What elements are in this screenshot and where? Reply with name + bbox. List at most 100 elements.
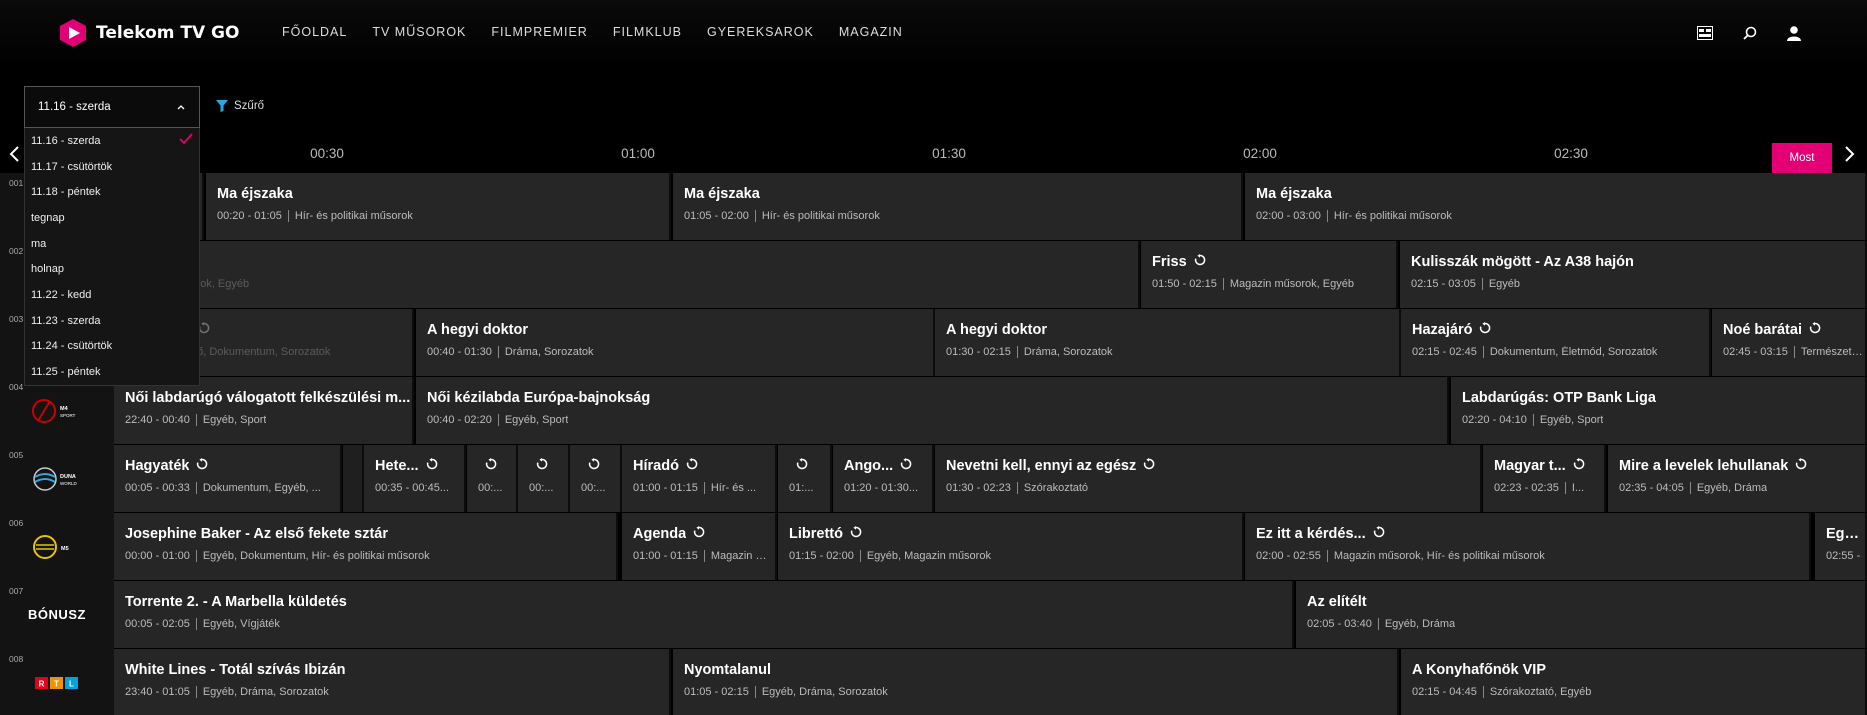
program-cell[interactable]: Josephine Baker - Az első fekete sztár 00… [114, 513, 618, 580]
program-cell[interactable]: Torrente 2. - A Marbella küldetés 00:05 -… [114, 581, 1294, 648]
program-time: 01:05 - 02:00 [684, 210, 749, 222]
replay-icon [1479, 322, 1491, 338]
date-option[interactable]: 11.25 - péntek [25, 359, 199, 385]
time-label: 01:00 [621, 146, 655, 161]
program-time: 01:15 - 02:00 [789, 550, 854, 562]
program-cell[interactable]: 00:... [467, 445, 518, 512]
nav-filmklub[interactable]: FILMKLUB [613, 25, 682, 39]
program-cell[interactable]: A hegyi doktor 00:40 - 01:30 Dráma, Soroza… [416, 309, 935, 376]
channel-logo: M5 [30, 531, 84, 563]
program-cell[interactable]: Híradó 01:00 - 01:15 Hír- és ... [622, 445, 777, 512]
date-option[interactable]: ma [25, 231, 199, 257]
channel-row: 007 BÓNUSZ Torrente 2. - A Marbella küldet… [0, 581, 1867, 649]
channel-logo: RT L [30, 667, 84, 699]
program-title: Friss [1152, 254, 1396, 270]
program-cell[interactable]: A hegyi doktor 01:30 - 02:15 Dráma, Soroza… [935, 309, 1401, 376]
program-cell[interactable]: Agenda 01:00 - 01:15 Magazin műsorok [622, 513, 777, 580]
program-meta: 01:00 - 01:15 Hír- és ... [633, 482, 775, 494]
svg-text:T: T [54, 680, 59, 689]
program-meta: 02:00 - 03:00 Hír- és politikai műsorok [1256, 210, 1865, 222]
program-cell[interactable]: 01:... [778, 445, 832, 512]
program-cell[interactable]: Nyomtalanul 01:05 - 02:15 Egyéb, Dráma, So… [673, 649, 1399, 715]
program-title: Az elítélt [1307, 594, 1367, 610]
program-genre: Egyéb, Dráma, Sorozatok [761, 686, 888, 698]
program-title: White Lines - Totál szívás Ibizán [125, 662, 346, 678]
program-title: Elektrip [125, 254, 1138, 270]
program-cell[interactable]: Az elítélt 02:05 - 03:40 Egyéb, Dráma [1296, 581, 1867, 648]
program-cell[interactable]: White Lines - Totál szívás Ibizán 23:40 -… [114, 649, 671, 715]
program-cell[interactable] [343, 445, 364, 512]
program-cell[interactable]: Friss 01:50 - 02:15 Magazin műsorok, Egyéb [1141, 241, 1398, 308]
date-option[interactable]: 11.18 - péntek [25, 179, 199, 205]
program-cell[interactable]: Noé barátai 02:45 - 03:15 Természetfilm [1712, 309, 1867, 376]
meta-separator [195, 482, 197, 494]
program-title: A Konyhafőnök VIP [1412, 662, 1546, 678]
program-cell[interactable]: Labdarúgás: OTP Bank Liga 02:20 - 04:10 Eg… [1451, 377, 1867, 444]
date-option[interactable]: 11.17 - csütörtök [25, 154, 199, 180]
date-option[interactable]: tegnap [25, 205, 199, 231]
program-cell[interactable]: Librettó 01:15 - 02:00 Egyéb, Magazin műso… [778, 513, 1244, 580]
search-icon[interactable] [1739, 22, 1761, 44]
program-cell[interactable]: Ma éjszaka 01:05 - 02:00 Hír- és politikai… [673, 173, 1243, 240]
program-cell[interactable]: Ma éjszaka 02:00 - 03:00 Hír- és politikai… [1245, 173, 1867, 240]
tv-guide-icon[interactable] [1694, 22, 1716, 44]
replay-icon [693, 526, 705, 542]
date-select[interactable]: 11.16 - szerda [24, 86, 200, 128]
program-cell[interactable]: Kulisszák mögött - Az A38 hajón 02:15 - 0… [1400, 241, 1867, 308]
program-genre: Egyéb [1488, 278, 1521, 290]
program-cell[interactable]: Ma éjszaka 00:20 - 01:05 Hír- és politikai… [206, 173, 671, 240]
user-icon[interactable] [1783, 22, 1805, 44]
channel-cell[interactable]: 005 DUNA WORLD [0, 445, 114, 513]
channel-row: 004 M4 SPORT Női labdarúgó válogatott felké… [0, 377, 1867, 445]
brand-logo[interactable]: Telekom TV GO [58, 18, 239, 48]
program-cell[interactable]: A Konyhafőnök VIP 02:15 - 04:45 Szórakozta… [1401, 649, 1867, 715]
program-cell[interactable]: Női labdarúgó válogatott felkészülési m.… [114, 377, 414, 444]
date-option[interactable]: 11.16 - szerda [25, 128, 199, 154]
nav-magazin[interactable]: MAGAZIN [839, 25, 903, 39]
channel-cell[interactable]: 006 M5 [0, 513, 114, 581]
chevron-right-icon[interactable] [1842, 145, 1856, 163]
program-cell[interactable]: Elektrip Magazin műsorok, Egyéb [114, 241, 1140, 308]
now-button[interactable]: Most [1772, 143, 1832, 173]
program-cell[interactable]: Magyar t... 02:23 - 02:35 I... [1483, 445, 1606, 512]
nav-gyereksarok[interactable]: GYEREKSAROK [707, 25, 814, 39]
program-cell[interactable]: Egy pi 02:55 - [1815, 513, 1867, 580]
program-cell[interactable]: Női kézilabda Európa-bajnokság 00:40 - 02… [416, 377, 1449, 444]
channel-row: 006 M5 Josephine Baker - Az első fekete sz… [0, 513, 1867, 581]
program-cell[interactable]: Ango... 01:20 - 01:30... [833, 445, 934, 512]
program-title: Torrente 2. - A Marbella küldetés [125, 594, 347, 610]
program-cell[interactable]: Hete... 00:35 - 00:45... [364, 445, 466, 512]
date-option[interactable]: 11.24 - csütörtök [25, 334, 199, 360]
program-cell[interactable]: Mire a levelek lehullanak 02:35 - 04:05 Eg… [1608, 445, 1867, 512]
program-meta: 01:05 - 02:15 Egyéb, Dráma, Sorozatok [684, 686, 1397, 698]
channel-row: 008 R T L White Lines - Totál szívás Ibizán 2… [0, 649, 1867, 715]
program-time: 02:55 - [1826, 550, 1861, 562]
program-genre: Egyéb, Dráma [1384, 618, 1456, 630]
filter-button[interactable]: Szűrő [216, 100, 264, 112]
nav-filmpremier[interactable]: FILMPREMIER [491, 25, 587, 39]
date-option[interactable]: 11.23 - szerda [25, 308, 199, 334]
channel-cell[interactable]: 008 R T L [0, 649, 114, 715]
nav-fooldal[interactable]: FŐOLDAL [282, 25, 347, 39]
channel-cell[interactable]: 004 M4 SPORT [0, 377, 114, 445]
program-title [581, 458, 620, 474]
program-title: Ma éjszaka [217, 186, 293, 202]
channel-cell[interactable]: 007 BÓNUSZ [0, 581, 114, 649]
meta-separator [1016, 482, 1018, 494]
meta-separator [1481, 278, 1483, 290]
meta-separator [754, 686, 756, 698]
nav-tv-musorok[interactable]: TV MŰSOROK [372, 25, 466, 39]
program-cell[interactable]: 00:... [570, 445, 622, 512]
replay-icon [796, 458, 808, 474]
program-genre: Hír- és politikai műsorok [294, 210, 413, 222]
date-option[interactable]: 11.22 - kedd [25, 282, 199, 308]
chevron-left-icon[interactable] [8, 145, 22, 163]
program-cell[interactable]: Hagyaték 00:05 - 00:33 Dokumentum, Egyéb, … [114, 445, 342, 512]
program-cell[interactable]: Nevetni kell, ennyi az egész 01:30 - 02:2… [935, 445, 1482, 512]
program-cell[interactable]: Ez itt a kérdés... 02:00 - 02:55 Magazin m… [1245, 513, 1811, 580]
replay-icon [1573, 458, 1585, 474]
date-option[interactable]: holnap [25, 256, 199, 282]
program-cell[interactable]: 00:... [518, 445, 570, 512]
program-cell[interactable]: Hazajáró 02:15 - 02:45 Dokumentum, Életmód… [1401, 309, 1711, 376]
program-time: 22:40 - 00:40 [125, 414, 190, 426]
